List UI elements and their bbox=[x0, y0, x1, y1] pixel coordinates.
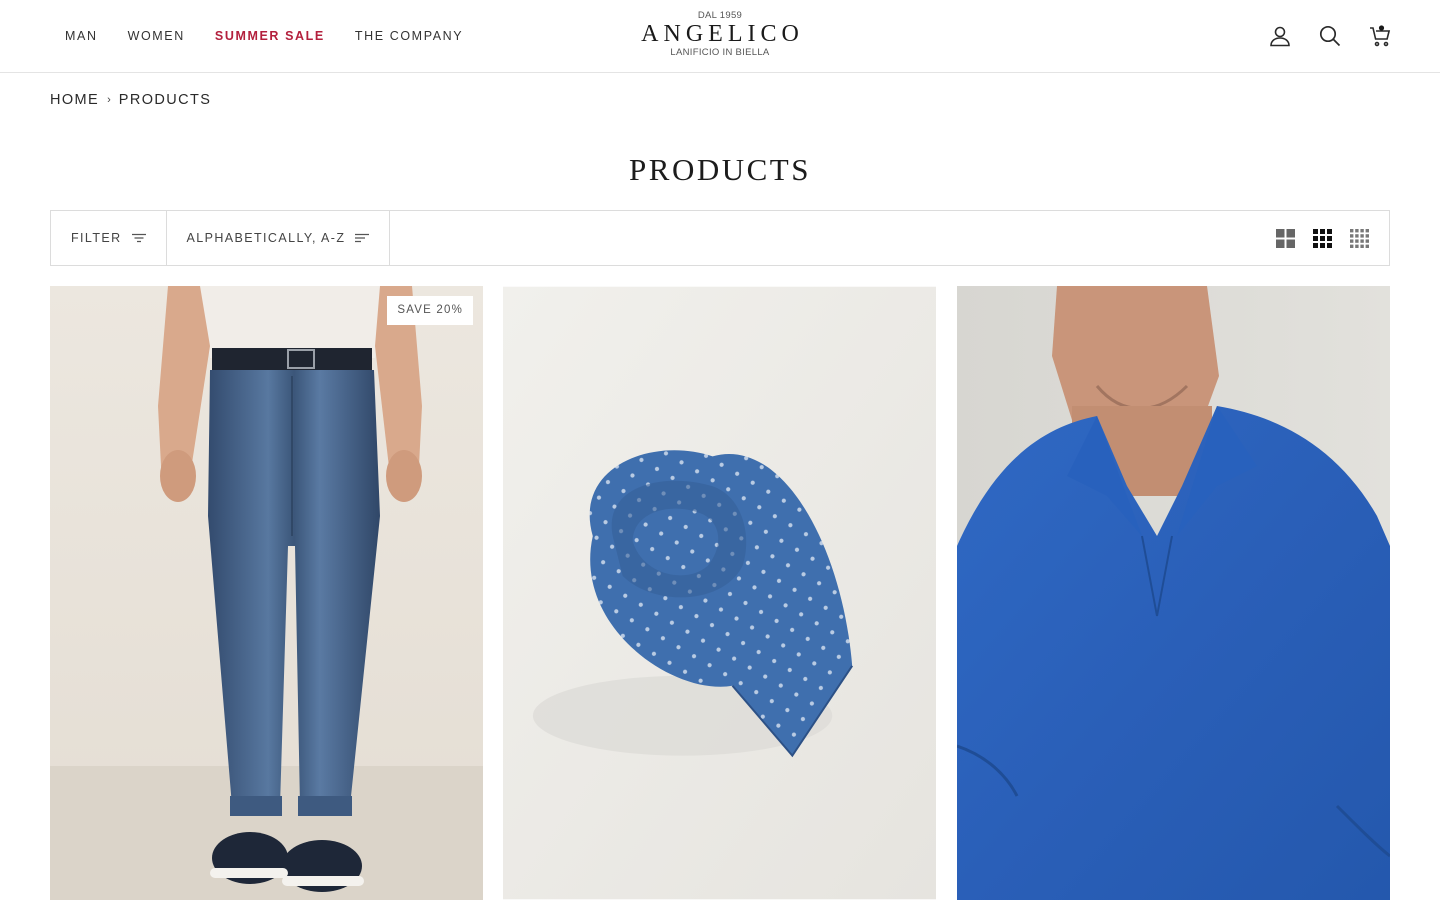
layout-switch bbox=[1276, 211, 1389, 265]
logo-tagline: LANIFICIO IN BIELLA bbox=[670, 47, 770, 58]
account-icon[interactable] bbox=[1268, 24, 1292, 48]
product-card-jeans[interactable]: SAVE 20% bbox=[50, 286, 483, 900]
product-image-jeans[interactable] bbox=[50, 286, 483, 900]
cart-icon[interactable] bbox=[1368, 24, 1392, 48]
grid-2-icon[interactable] bbox=[1276, 228, 1295, 248]
logo-since: DAL 1959 bbox=[697, 10, 743, 21]
search-icon[interactable] bbox=[1318, 24, 1342, 48]
header-actions bbox=[1268, 24, 1392, 48]
grid-3-icon[interactable] bbox=[1313, 228, 1332, 248]
nav-the-company[interactable]: THE COMPANY bbox=[355, 29, 463, 43]
filter-label: FILTER bbox=[71, 231, 122, 245]
collection-toolbar: FILTER ALPHABETICALLY, A-Z bbox=[50, 210, 1390, 266]
main-nav: MAN WOMEN SUMMER SALE THE COMPANY bbox=[65, 0, 463, 72]
product-card-polo[interactable] bbox=[957, 286, 1390, 900]
nav-women[interactable]: WOMEN bbox=[128, 29, 185, 43]
product-grid: SAVE 20% bbox=[50, 286, 1390, 900]
brand-logo[interactable]: DAL 1959 ANGELICO LANIFICIO IN BIELLA bbox=[620, 10, 820, 58]
breadcrumb-home[interactable]: HOME bbox=[50, 92, 99, 108]
product-image-tie[interactable] bbox=[503, 286, 936, 900]
filter-icon bbox=[131, 233, 146, 243]
site-header: MAN WOMEN SUMMER SALE THE COMPANY DAL 19… bbox=[0, 0, 1440, 73]
sort-icon bbox=[355, 233, 370, 243]
logo-brand: ANGELICO bbox=[641, 21, 804, 47]
discount-badge: SAVE 20% bbox=[387, 296, 473, 325]
nav-summer-sale[interactable]: SUMMER SALE bbox=[215, 29, 325, 43]
product-image-polo[interactable] bbox=[957, 286, 1390, 900]
nav-man[interactable]: MAN bbox=[65, 29, 98, 43]
grid-4-icon[interactable] bbox=[1350, 228, 1369, 248]
page-title: PRODUCTS bbox=[629, 152, 811, 187]
product-card-tie[interactable] bbox=[503, 286, 936, 900]
breadcrumb-separator: › bbox=[107, 94, 111, 106]
filter-button[interactable]: FILTER bbox=[51, 211, 167, 265]
breadcrumb: HOME › PRODUCTS bbox=[50, 92, 211, 108]
breadcrumb-current: PRODUCTS bbox=[118, 92, 212, 108]
sort-label: ALPHABETICALLY, A-Z bbox=[186, 231, 346, 245]
sort-button[interactable]: ALPHABETICALLY, A-Z bbox=[167, 211, 391, 265]
